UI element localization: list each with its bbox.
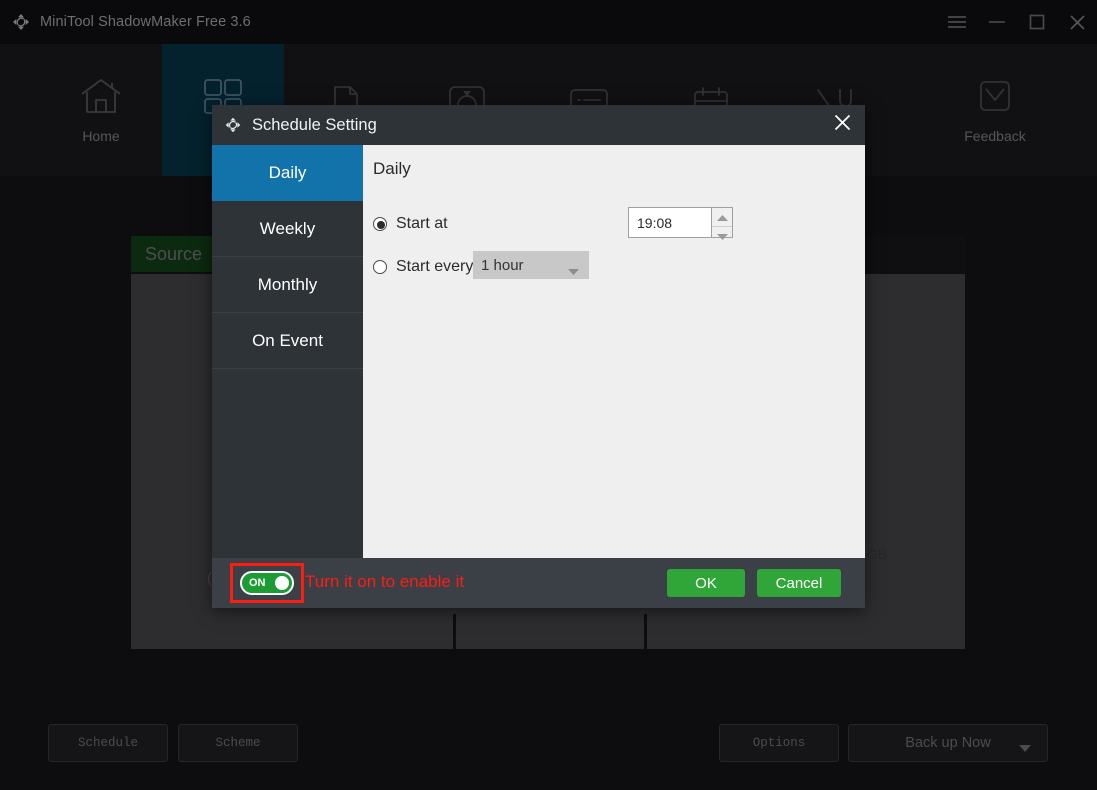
- app-title: MiniTool ShadowMaker Free 3.6: [40, 14, 251, 30]
- schedule-tab-list: Daily Weekly Monthly On Event: [212, 145, 363, 558]
- close-icon: [833, 113, 852, 137]
- tab-monthly[interactable]: Monthly: [212, 257, 363, 313]
- chevron-down-icon[interactable]: [1019, 740, 1031, 756]
- home-icon: [78, 76, 124, 116]
- daily-settings-panel: Daily Start at 19:08: [363, 145, 865, 558]
- source-footer: [131, 614, 965, 649]
- maximize-button[interactable]: [1017, 0, 1057, 44]
- cancel-button-label: Cancel: [776, 575, 823, 592]
- start-at-radio[interactable]: [373, 217, 387, 231]
- nav-left-spacer: [0, 44, 40, 176]
- options-button-label: Options: [753, 736, 806, 750]
- chevron-down-icon: [568, 262, 579, 280]
- ok-button[interactable]: OK: [667, 569, 745, 597]
- minimize-icon: [988, 16, 1006, 28]
- spinner-down-icon: [717, 227, 728, 245]
- sync-arrows-icon: [223, 115, 243, 135]
- cancel-button[interactable]: Cancel: [757, 569, 841, 597]
- close-icon: [1069, 14, 1086, 31]
- window-controls: [937, 0, 1097, 44]
- back-up-now-label: Back up Now: [905, 735, 990, 751]
- start-at-time-value: 19:08: [637, 215, 672, 231]
- application-window: MiniTool ShadowMaker Free 3.6: [0, 0, 1097, 790]
- start-every-row: Start every: [373, 258, 473, 276]
- maximize-icon: [1029, 14, 1045, 30]
- spinner-up-icon: [717, 208, 728, 226]
- close-button[interactable]: [1057, 0, 1097, 44]
- back-up-now-button[interactable]: Back up Now: [848, 724, 1048, 762]
- spinner-up-button[interactable]: [712, 208, 732, 226]
- minimize-button[interactable]: [977, 0, 1017, 44]
- tab-label: Monthly: [258, 275, 318, 295]
- scheme-button[interactable]: Scheme: [178, 724, 298, 762]
- start-every-interval-value: 1 hour: [481, 257, 524, 274]
- start-at-time-spinner[interactable]: 19:08: [628, 207, 733, 238]
- title-bar: MiniTool ShadowMaker Free 3.6: [0, 0, 1097, 44]
- bottom-toolbar: Schedule Scheme Options Back up Now: [0, 706, 1097, 790]
- feedback-envelope-icon: [972, 76, 1018, 116]
- dialog-body: Daily Weekly Monthly On Event Daily Star…: [212, 145, 865, 558]
- tab-label: On Event: [252, 331, 323, 351]
- start-every-radio[interactable]: [373, 260, 387, 274]
- tab-label: Daily: [269, 163, 307, 183]
- options-button[interactable]: Options: [719, 724, 839, 762]
- footer-divider: [453, 614, 456, 649]
- source-size-fragment: GB: [867, 546, 887, 562]
- dialog-title-bar: Schedule Setting: [212, 105, 865, 145]
- tab-daily[interactable]: Daily: [212, 145, 363, 201]
- panel-heading: Daily: [373, 159, 411, 179]
- tab-weekly[interactable]: Weekly: [212, 201, 363, 257]
- spinner-buttons: [711, 207, 733, 238]
- schedule-button-label: Schedule: [78, 736, 138, 750]
- annotation-hint-text: Turn it on to enable it: [305, 572, 464, 592]
- annotation-highlight-box: [230, 563, 304, 603]
- scheme-button-label: Scheme: [215, 736, 260, 750]
- ok-button-label: OK: [695, 575, 717, 592]
- spinner-down-button[interactable]: [712, 226, 732, 245]
- dialog-title: Schedule Setting: [252, 116, 377, 135]
- schedule-button[interactable]: Schedule: [48, 724, 168, 762]
- schedule-setting-dialog: Schedule Setting Daily W: [212, 105, 865, 608]
- start-every-interval-select[interactable]: 1 hour: [473, 251, 589, 279]
- dialog-footer: ON Turn it on to enable it OK Cancel: [212, 558, 865, 608]
- source-badge-label: Source: [145, 244, 202, 265]
- footer-divider: [644, 614, 647, 649]
- nav-item-home[interactable]: Home: [40, 44, 162, 176]
- tab-label: Weekly: [260, 219, 315, 239]
- sync-arrows-icon: [10, 11, 32, 33]
- nav-item-label: Home: [82, 128, 119, 144]
- nav-item-label: Feedback: [964, 128, 1025, 144]
- start-every-label: Start every: [396, 258, 473, 276]
- tab-on-event[interactable]: On Event: [212, 313, 363, 369]
- menu-button[interactable]: [937, 0, 977, 44]
- dialog-close-button[interactable]: [819, 105, 865, 145]
- hamburger-menu-icon: [947, 15, 967, 29]
- start-at-row: Start at: [373, 215, 448, 233]
- start-at-label: Start at: [396, 215, 448, 233]
- nav-item-feedback[interactable]: Feedback: [934, 44, 1056, 176]
